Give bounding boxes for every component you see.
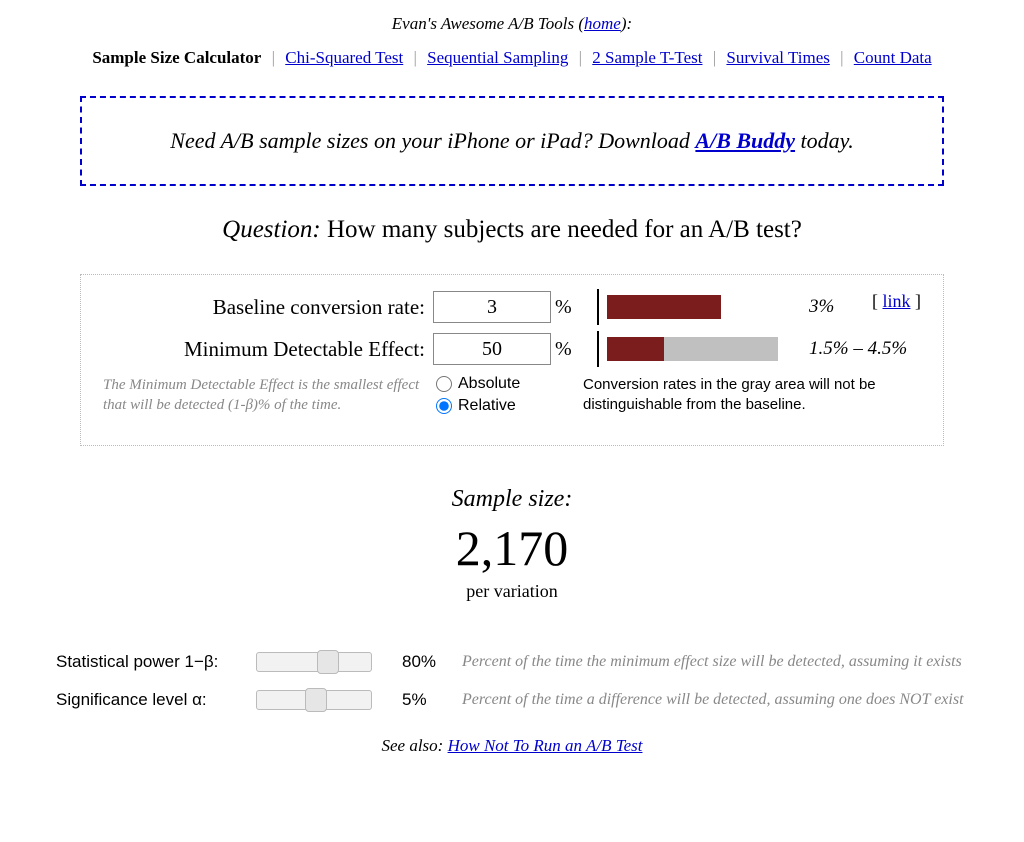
see-also: See also: How Not To Run an A/B Test — [0, 736, 1024, 756]
axis-line — [597, 289, 599, 325]
nav-sep: | — [579, 48, 582, 67]
radio-absolute[interactable] — [436, 376, 452, 392]
home-link[interactable]: home — [584, 14, 621, 33]
bracket-close: ] — [911, 291, 922, 311]
baseline-label: Baseline conversion rate: — [103, 295, 433, 320]
radio-absolute-text: Absolute — [458, 375, 520, 393]
question-text: How many subjects are needed for an A/B … — [321, 216, 802, 243]
mde-label: Minimum Detectable Effect: — [103, 337, 433, 362]
input-panel: Baseline conversion rate: % 3% [ link ] … — [80, 274, 944, 446]
question-label: Question: — [222, 216, 321, 243]
bracket-open: [ — [872, 291, 883, 311]
baseline-bar-label: 3% — [809, 296, 834, 318]
baseline-bar-track — [607, 295, 797, 319]
params-block: Statistical power 1−β: 80% Percent of th… — [56, 652, 968, 710]
question-line: Question: How many subjects are needed f… — [0, 216, 1024, 244]
power-note: Percent of the time the minimum effect s… — [462, 653, 968, 671]
baseline-bar — [607, 295, 721, 319]
promo-after: today. — [795, 128, 854, 153]
nav-survival[interactable]: Survival Times — [726, 48, 829, 67]
mde-bar-dark — [607, 337, 664, 361]
power-row: Statistical power 1−β: 80% Percent of th… — [56, 652, 968, 672]
pct-sign: % — [555, 296, 589, 319]
mde-bar-area: 1.5% – 4.5% — [607, 337, 907, 361]
alpha-value: 5% — [402, 690, 462, 710]
see-also-prefix: See also: — [381, 736, 447, 755]
header-prefix: Evan's Awesome A/B Tools ( — [392, 14, 584, 33]
mde-input[interactable] — [433, 333, 551, 365]
baseline-bar-area: 3% — [607, 295, 834, 319]
permalink[interactable]: link — [882, 291, 910, 311]
nav-bar: Sample Size Calculator | Chi-Squared Tes… — [0, 48, 1024, 68]
mde-row: Minimum Detectable Effect: % 1.5% – 4.5% — [103, 333, 921, 365]
axis-line — [597, 331, 599, 367]
nav-ttest[interactable]: 2 Sample T-Test — [592, 48, 702, 67]
result-label: Sample size: — [0, 486, 1024, 513]
power-slider-thumb[interactable] — [317, 650, 339, 674]
mde-bar-grey — [664, 337, 778, 361]
power-value: 80% — [402, 652, 462, 672]
radio-relative-label[interactable]: Relative — [436, 397, 583, 415]
alpha-note: Percent of the time a difference will be… — [462, 691, 968, 709]
header-suffix: ): — [621, 14, 632, 33]
nav-sequential[interactable]: Sequential Sampling — [427, 48, 568, 67]
promo-before: Need A/B sample sizes on your iPhone or … — [170, 128, 695, 153]
nav-chi-squared[interactable]: Chi-Squared Test — [285, 48, 403, 67]
permalink-cell: [ link ] — [872, 291, 921, 312]
power-label: Statistical power 1−β: — [56, 652, 256, 672]
header-line: Evan's Awesome A/B Tools (home): — [0, 14, 1024, 34]
power-slider[interactable] — [256, 652, 372, 672]
result-per: per variation — [0, 581, 1024, 602]
radio-relative[interactable] — [436, 398, 452, 414]
gray-note: Conversion rates in the gray area will n… — [583, 375, 893, 419]
nav-active: Sample Size Calculator — [92, 48, 261, 67]
radio-absolute-label[interactable]: Absolute — [436, 375, 583, 393]
nav-sep: | — [840, 48, 843, 67]
alpha-label: Significance level α: — [56, 690, 256, 710]
result-block: Sample size: 2,170 per variation — [0, 486, 1024, 602]
panel-notes-row: The Minimum Detectable Effect is the sma… — [103, 375, 921, 419]
alpha-slider-thumb[interactable] — [305, 688, 327, 712]
promo-box: Need A/B sample sizes on your iPhone or … — [80, 96, 944, 186]
nav-sep: | — [713, 48, 716, 67]
see-also-link[interactable]: How Not To Run an A/B Test — [448, 736, 643, 755]
mde-bar-track — [607, 337, 797, 361]
alpha-slider[interactable] — [256, 690, 372, 710]
result-value: 2,170 — [0, 519, 1024, 577]
mde-mode-radios: Absolute Relative — [433, 375, 583, 419]
radio-relative-text: Relative — [458, 397, 516, 415]
mde-bar-label: 1.5% – 4.5% — [809, 338, 907, 360]
mde-note: The Minimum Detectable Effect is the sma… — [103, 375, 433, 419]
nav-count[interactable]: Count Data — [854, 48, 932, 67]
baseline-row: Baseline conversion rate: % 3% [ link ] — [103, 291, 921, 323]
nav-sep: | — [413, 48, 416, 67]
baseline-input[interactable] — [433, 291, 551, 323]
nav-sep: | — [272, 48, 275, 67]
pct-sign: % — [555, 338, 589, 361]
alpha-row: Significance level α: 5% Percent of the … — [56, 690, 968, 710]
promo-link[interactable]: A/B Buddy — [695, 128, 795, 153]
